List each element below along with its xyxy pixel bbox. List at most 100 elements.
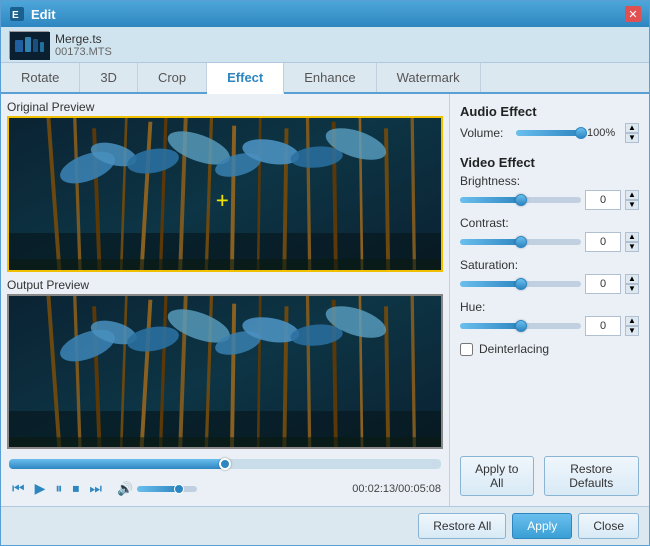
subfilename: 00173.MTS: [55, 46, 112, 58]
saturation-thumb[interactable]: [515, 278, 527, 290]
deinterlacing-checkbox[interactable]: [460, 343, 473, 356]
original-preview-box: +: [7, 116, 443, 272]
right-panel: Audio Effect Volume: 100% ▲ ▼ Video E: [449, 94, 649, 506]
contrast-thumb[interactable]: [515, 236, 527, 248]
saturation-control-row: ▲ ▼: [460, 274, 639, 294]
brightness-thumb[interactable]: [515, 194, 527, 206]
brightness-row-group: Brightness: ▲ ▼: [460, 174, 639, 210]
tab-crop[interactable]: Crop: [138, 63, 207, 92]
progress-thumb[interactable]: [219, 458, 231, 470]
volume-down-btn[interactable]: ▼: [625, 133, 639, 143]
saturation-slider[interactable]: [460, 281, 581, 287]
pause-button[interactable]: ⏸: [52, 479, 65, 498]
contrast-up-btn[interactable]: ▲: [625, 232, 639, 242]
tab-watermark[interactable]: Watermark: [377, 63, 481, 92]
apply-button[interactable]: Apply: [512, 513, 572, 539]
file-thumbnail: [9, 31, 49, 59]
step-back-button[interactable]: ⏮: [9, 479, 28, 498]
deinterlacing-row: Deinterlacing: [460, 342, 639, 356]
volume-thumb[interactable]: [575, 127, 587, 139]
contrast-down-btn[interactable]: ▼: [625, 242, 639, 252]
brightness-down-btn[interactable]: ▼: [625, 200, 639, 210]
brightness-fill: [460, 197, 521, 203]
volume-track[interactable]: [516, 130, 581, 136]
progress-fill: [9, 459, 225, 469]
window-title: Edit: [31, 7, 625, 22]
original-preview-section: Original Preview: [7, 100, 443, 272]
apply-to-all-button[interactable]: Apply to All: [460, 456, 534, 496]
brightness-slider[interactable]: [460, 197, 581, 203]
volume-slider-thumb[interactable]: [174, 484, 184, 494]
saturation-input[interactable]: [585, 274, 621, 294]
hue-input[interactable]: [585, 316, 621, 336]
contrast-control-row: ▲ ▼: [460, 232, 639, 252]
restore-all-button[interactable]: Restore All: [418, 513, 506, 539]
volume-slider[interactable]: [137, 486, 197, 492]
step-fwd-button[interactable]: ⏭: [86, 479, 105, 498]
filename: Merge.ts: [55, 32, 112, 46]
contrast-label: Contrast:: [460, 216, 532, 230]
volume-slider-fill: [137, 486, 179, 492]
saturation-up-btn[interactable]: ▲: [625, 274, 639, 284]
contrast-spinner[interactable]: ▲ ▼: [625, 232, 639, 252]
video-effect-section: Video Effect Brightness: ▲: [460, 155, 639, 356]
hue-up-btn[interactable]: ▲: [625, 316, 639, 326]
volume-fill: [516, 130, 581, 136]
tab-rotate[interactable]: Rotate: [1, 63, 80, 92]
restore-defaults-button[interactable]: Restore Defaults: [544, 456, 639, 496]
close-button[interactable]: Close: [578, 513, 639, 539]
hue-spinner[interactable]: ▲ ▼: [625, 316, 639, 336]
saturation-label: Saturation:: [460, 258, 532, 272]
tab-bar: Rotate 3D Crop Effect Enhance Watermark: [1, 63, 649, 94]
output-preview-box: [7, 294, 443, 450]
controls-row: ⏮ ▶ ⏸ ⏹ ⏭ 🔊 00:02:13/00:05:08: [7, 477, 443, 500]
contrast-label-row: Contrast:: [460, 216, 639, 230]
saturation-row-group: Saturation: ▲ ▼: [460, 258, 639, 294]
stop-button[interactable]: ⏹: [69, 479, 82, 498]
progress-bar[interactable]: [9, 459, 441, 469]
tab-enhance[interactable]: Enhance: [284, 63, 376, 92]
brightness-label-row: Brightness:: [460, 174, 639, 188]
hue-label-row: Hue:: [460, 300, 639, 314]
main-content: Original Preview: [1, 94, 649, 506]
output-preview-label: Output Preview: [7, 278, 443, 292]
saturation-fill: [460, 281, 521, 287]
hue-fill: [460, 323, 521, 329]
contrast-slider[interactable]: [460, 239, 581, 245]
brightness-up-btn[interactable]: ▲: [625, 190, 639, 200]
brightness-control-row: ▲ ▼: [460, 190, 639, 210]
hue-thumb[interactable]: [515, 320, 527, 332]
brightness-spinner[interactable]: ▲ ▼: [625, 190, 639, 210]
brightness-input[interactable]: [585, 190, 621, 210]
tab-3d[interactable]: 3D: [80, 63, 138, 92]
original-preview-label: Original Preview: [7, 100, 443, 114]
hue-slider[interactable]: [460, 323, 581, 329]
left-panel: Original Preview: [1, 94, 449, 506]
svg-text:E: E: [12, 10, 19, 21]
effect-action-row: Apply to All Restore Defaults: [460, 456, 639, 496]
output-preview-section: Output Preview: [7, 278, 443, 450]
main-window: E Edit ✕ Merge.ts 00173.MTS Rotate 3D Cr…: [0, 0, 650, 546]
volume-label: Volume:: [460, 126, 510, 140]
contrast-input[interactable]: [585, 232, 621, 252]
bottom-bar: Restore All Apply Close: [1, 506, 649, 545]
svg-text:+: +: [216, 188, 229, 212]
hue-control-row: ▲ ▼: [460, 316, 639, 336]
hue-down-btn[interactable]: ▼: [625, 326, 639, 336]
contrast-row-group: Contrast: ▲ ▼: [460, 216, 639, 252]
volume-up-btn[interactable]: ▲: [625, 123, 639, 133]
spacer: [460, 364, 639, 448]
volume-spinner[interactable]: ▲ ▼: [625, 123, 639, 143]
volume-icon: 🔊: [117, 481, 133, 497]
close-window-button[interactable]: ✕: [625, 6, 641, 22]
file-bar: Merge.ts 00173.MTS: [1, 27, 649, 63]
saturation-label-row: Saturation:: [460, 258, 639, 272]
tab-effect[interactable]: Effect: [207, 63, 284, 94]
volume-row: Volume: 100% ▲ ▼: [460, 123, 639, 143]
deinterlacing-label: Deinterlacing: [479, 342, 549, 356]
saturation-down-btn[interactable]: ▼: [625, 284, 639, 294]
saturation-spinner[interactable]: ▲ ▼: [625, 274, 639, 294]
volume-pct: 100%: [587, 127, 619, 139]
app-icon: E: [9, 6, 25, 22]
play-button[interactable]: ▶: [32, 479, 49, 498]
